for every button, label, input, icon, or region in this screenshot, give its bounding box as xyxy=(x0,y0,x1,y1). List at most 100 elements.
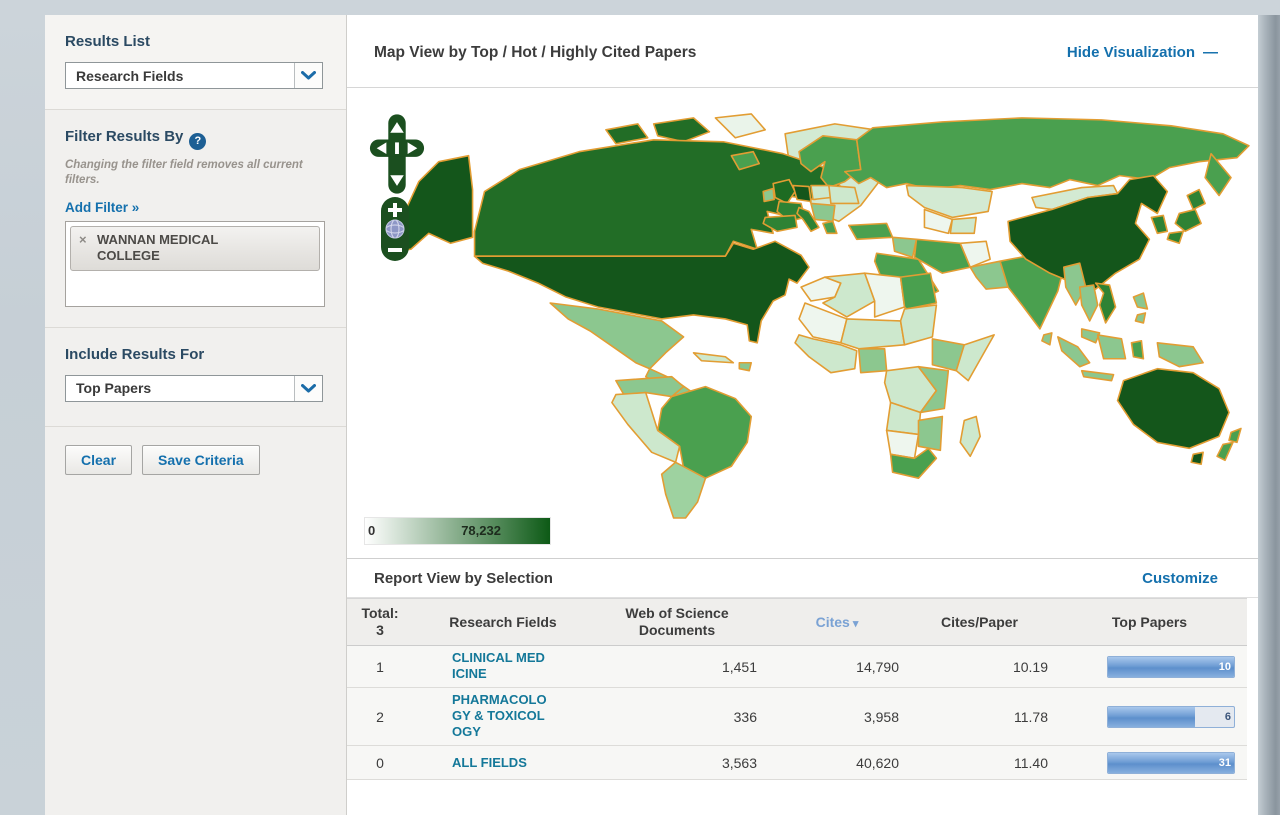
row-cites: 40,620 xyxy=(767,755,907,771)
save-criteria-button[interactable]: Save Criteria xyxy=(142,445,260,475)
row-documents: 3,563 xyxy=(587,755,767,771)
map-region[interactable] xyxy=(694,353,734,363)
map-region[interactable] xyxy=(658,387,752,479)
map-region[interactable] xyxy=(1133,293,1147,309)
map-region[interactable] xyxy=(793,186,811,202)
map-region[interactable] xyxy=(841,319,905,349)
row-documents: 336 xyxy=(587,709,767,725)
customize-link[interactable]: Customize xyxy=(1142,570,1218,587)
row-cites-per-paper: 11.78 xyxy=(907,709,1052,725)
legend-gradient: 0 78,232 xyxy=(364,517,551,545)
bar-fill xyxy=(1108,753,1234,773)
map-region[interactable] xyxy=(1082,329,1100,343)
map-region[interactable] xyxy=(1167,231,1183,243)
map-region[interactable] xyxy=(1118,369,1229,449)
filter-results-heading: Filter Results By? xyxy=(65,128,326,150)
zoom-out-icon xyxy=(388,248,402,252)
research-field-link[interactable]: CLINICAL MEDICINE xyxy=(452,650,548,681)
table-header-row: Total: 3 Research Fields Web of Science … xyxy=(347,598,1247,646)
map-region[interactable] xyxy=(901,305,937,345)
include-results-heading: Include Results For xyxy=(65,346,326,363)
results-list-dropdown[interactable]: Research Fields xyxy=(65,62,323,89)
legend-min-label: 0 xyxy=(368,523,375,538)
map-view-title: Map View by Top / Hot / Highly Cited Pap… xyxy=(374,44,696,62)
page: Results List Research Fields Filter Resu… xyxy=(0,0,1280,815)
map-region[interactable] xyxy=(907,186,993,218)
map-region[interactable] xyxy=(811,203,835,221)
top-papers-bar[interactable]: 31 xyxy=(1107,752,1235,774)
column-header-cites[interactable]: Cites▾ xyxy=(767,614,907,630)
map-region[interactable] xyxy=(859,349,887,373)
research-field-link[interactable]: ALL FIELDS xyxy=(452,755,548,771)
map-region[interactable] xyxy=(1058,337,1090,367)
row-cites: 3,958 xyxy=(767,709,907,725)
chevron-down-icon[interactable] xyxy=(294,63,322,88)
include-results-dropdown[interactable]: Top Papers xyxy=(65,375,323,402)
filter-sidebar: Results List Research Fields Filter Resu… xyxy=(45,15,347,815)
add-filter-link[interactable]: Add Filter » xyxy=(65,200,139,215)
scrollbar[interactable] xyxy=(1258,15,1280,815)
filter-chip[interactable]: × WANNAN MEDICAL COLLEGE xyxy=(70,226,320,272)
map-region[interactable] xyxy=(1135,313,1145,323)
visualization-header: Map View by Top / Hot / Highly Cited Pap… xyxy=(347,15,1258,88)
map-region[interactable] xyxy=(849,223,893,239)
bar-fill xyxy=(1108,657,1234,677)
help-icon[interactable]: ? xyxy=(189,133,206,150)
chevron-down-icon[interactable] xyxy=(294,376,322,401)
top-papers-bar[interactable]: 6 xyxy=(1107,706,1235,728)
total-header: Total: 3 xyxy=(347,605,399,640)
report-view-header: Report View by Selection Customize xyxy=(347,558,1258,598)
map-region[interactable] xyxy=(950,217,976,233)
map-region[interactable] xyxy=(1187,190,1205,210)
include-results-section: Include Results For Top Papers xyxy=(45,328,346,427)
map-region[interactable] xyxy=(1151,215,1167,233)
map-pan-control[interactable] xyxy=(368,110,426,198)
legend-max-label: 78,232 xyxy=(461,523,501,538)
remove-filter-icon[interactable]: × xyxy=(79,232,87,247)
map-region[interactable] xyxy=(1082,371,1114,381)
map-region[interactable] xyxy=(811,186,831,200)
top-papers-value: 31 xyxy=(1219,757,1231,769)
map-region[interactable] xyxy=(893,237,917,257)
top-papers-value: 6 xyxy=(1225,711,1231,723)
map-region[interactable] xyxy=(829,186,859,204)
sidebar-buttons: Clear Save Criteria xyxy=(45,427,346,493)
map-region[interactable] xyxy=(901,273,937,309)
map-region[interactable] xyxy=(654,118,710,142)
map-region[interactable] xyxy=(1131,341,1143,359)
map-region[interactable] xyxy=(1175,209,1201,231)
map-region[interactable] xyxy=(1096,283,1116,323)
total-value: 3 xyxy=(361,622,399,640)
map-region[interactable] xyxy=(823,221,837,233)
map-region[interactable] xyxy=(956,335,994,381)
column-header-wos-documents[interactable]: Web of Science Documents xyxy=(587,605,767,640)
map-region[interactable] xyxy=(960,416,980,456)
top-papers-bar[interactable]: 10 xyxy=(1107,656,1235,678)
map-region[interactable] xyxy=(1191,452,1203,464)
map-region[interactable] xyxy=(1217,442,1233,460)
column-header-top-papers[interactable]: Top Papers xyxy=(1052,614,1247,630)
map-region[interactable] xyxy=(1157,343,1203,367)
map-region[interactable] xyxy=(1098,335,1126,359)
column-header-cites-per-paper[interactable]: Cites/Paper xyxy=(907,614,1052,630)
map-region[interactable] xyxy=(715,114,765,138)
map-region[interactable] xyxy=(739,363,751,371)
clear-button[interactable]: Clear xyxy=(65,445,132,475)
map-region[interactable] xyxy=(763,189,774,202)
world-map-countries xyxy=(393,114,1249,518)
row-cites-per-paper: 10.19 xyxy=(907,659,1052,675)
row-cites-per-paper: 11.40 xyxy=(907,755,1052,771)
map-region[interactable] xyxy=(1229,428,1241,442)
map-region[interactable] xyxy=(1080,285,1098,321)
map-zoom-control[interactable] xyxy=(380,196,410,262)
column-header-research-fields[interactable]: Research Fields xyxy=(399,614,587,630)
map-region[interactable] xyxy=(918,416,942,450)
hide-visualization-link[interactable]: Hide Visualization— xyxy=(1067,44,1218,61)
map-region[interactable] xyxy=(606,124,648,144)
research-field-link[interactable]: PHARMACOLOGY & TOXICOLOGY xyxy=(452,692,548,739)
bar-fill xyxy=(1108,707,1195,727)
results-list-section: Results List Research Fields xyxy=(45,15,346,110)
total-label: Total: xyxy=(361,605,399,623)
map-region[interactable] xyxy=(1042,333,1052,345)
map-region[interactable] xyxy=(845,118,1249,190)
